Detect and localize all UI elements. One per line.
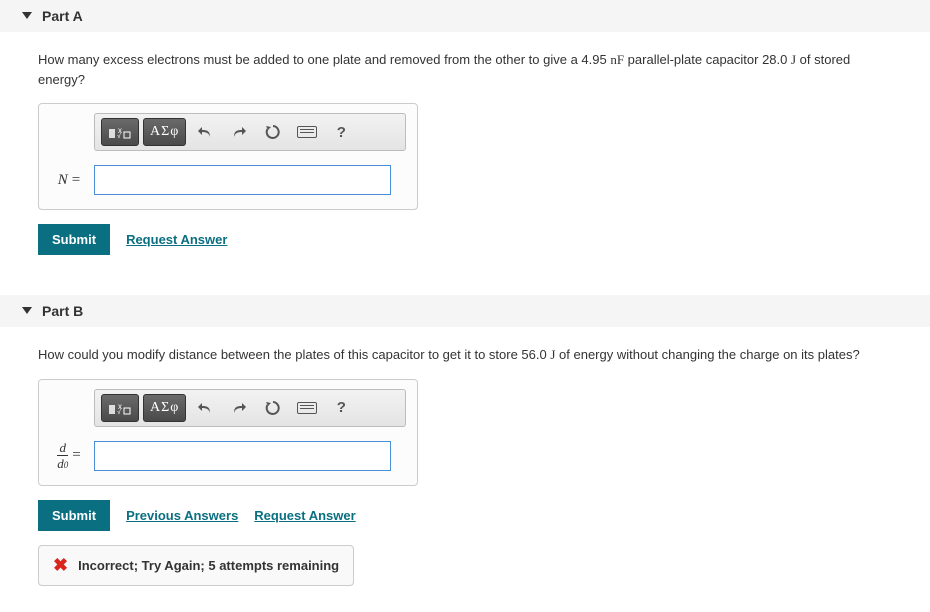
- template-icon: x √: [108, 400, 132, 416]
- unit-nf: nF: [610, 52, 624, 67]
- caret-down-icon: [22, 12, 32, 19]
- part-a-title: Part A: [42, 8, 83, 24]
- previous-answers-link[interactable]: Previous Answers: [126, 508, 238, 523]
- request-answer-link[interactable]: Request Answer: [126, 232, 227, 247]
- templates-button[interactable]: x √: [101, 118, 139, 146]
- question-text-segment: parallel-plate capacitor 28.0: [624, 52, 791, 67]
- question-text-segment: of energy without changing the charge on…: [555, 347, 859, 362]
- keyboard-icon: [297, 126, 317, 138]
- help-button[interactable]: ?: [326, 118, 356, 146]
- submit-button[interactable]: Submit: [38, 224, 110, 255]
- question-text-segment: How could you modify distance between th…: [38, 347, 550, 362]
- part-b-title: Part B: [42, 303, 83, 319]
- fraction-d-over-d0: d d0: [57, 441, 68, 470]
- help-button[interactable]: ?: [326, 394, 356, 422]
- feedback-box: ✖ Incorrect; Try Again; 5 attempts remai…: [38, 545, 354, 586]
- templates-button[interactable]: x √: [101, 394, 139, 422]
- redo-icon: [231, 400, 247, 416]
- greek-button[interactable]: ΑΣφ: [143, 118, 186, 146]
- fraction-denominator: d0: [57, 456, 68, 470]
- part-b-question: How could you modify distance between th…: [38, 345, 892, 365]
- undo-button[interactable]: [190, 394, 220, 422]
- part-b-answer-panel: x √ ΑΣφ ?: [38, 379, 418, 486]
- answer-variable-label: d d0 =: [48, 441, 94, 470]
- part-a-question: How many excess electrons must be added …: [38, 50, 892, 89]
- part-a-section: Part A How many excess electrons must be…: [0, 0, 930, 275]
- reset-button[interactable]: [258, 118, 288, 146]
- part-b-body: How could you modify distance between th…: [0, 345, 930, 592]
- submit-button[interactable]: Submit: [38, 500, 110, 531]
- equals-sign: =: [72, 172, 80, 188]
- keyboard-icon: [297, 402, 317, 414]
- question-text-segment: How many excess electrons must be added …: [38, 52, 610, 67]
- greek-button[interactable]: ΑΣφ: [143, 394, 186, 422]
- part-b-section: Part B How could you modify distance bet…: [0, 295, 930, 592]
- equation-toolbar: x √ ΑΣφ ?: [94, 113, 406, 151]
- template-icon: x √: [108, 124, 132, 140]
- svg-text:√: √: [117, 132, 121, 140]
- keyboard-button[interactable]: [292, 118, 322, 146]
- undo-icon: [197, 400, 213, 416]
- redo-button[interactable]: [224, 118, 254, 146]
- reset-icon: [265, 400, 281, 416]
- keyboard-button[interactable]: [292, 394, 322, 422]
- redo-icon: [231, 124, 247, 140]
- equation-toolbar: x √ ΑΣφ ?: [94, 389, 406, 427]
- part-a-header[interactable]: Part A: [0, 0, 930, 32]
- part-a-body: How many excess electrons must be added …: [0, 50, 930, 275]
- svg-text:√: √: [117, 408, 121, 416]
- fraction-numerator: d: [57, 441, 68, 456]
- part-a-actions: Submit Request Answer: [38, 224, 892, 255]
- part-a-answer-row: N=: [48, 165, 408, 195]
- part-b-answer-row: d d0 =: [48, 441, 408, 471]
- undo-icon: [197, 124, 213, 140]
- denominator-subscript: 0: [64, 460, 69, 470]
- part-b-header[interactable]: Part B: [0, 295, 930, 327]
- part-a-answer-panel: x √ ΑΣφ ?: [38, 103, 418, 210]
- reset-button[interactable]: [258, 394, 288, 422]
- part-b-answer-input[interactable]: [94, 441, 391, 471]
- redo-button[interactable]: [224, 394, 254, 422]
- reset-icon: [265, 124, 281, 140]
- equals-sign: =: [72, 447, 80, 463]
- feedback-text: Incorrect; Try Again; 5 attempts remaini…: [78, 558, 339, 573]
- variable-n: N: [58, 172, 68, 188]
- answer-variable-label: N=: [48, 172, 94, 189]
- part-b-actions: Submit Previous Answers Request Answer: [38, 500, 892, 531]
- undo-button[interactable]: [190, 118, 220, 146]
- caret-down-icon: [22, 307, 32, 314]
- incorrect-icon: ✖: [53, 555, 68, 576]
- part-a-answer-input[interactable]: [94, 165, 391, 195]
- request-answer-link[interactable]: Request Answer: [254, 508, 355, 523]
